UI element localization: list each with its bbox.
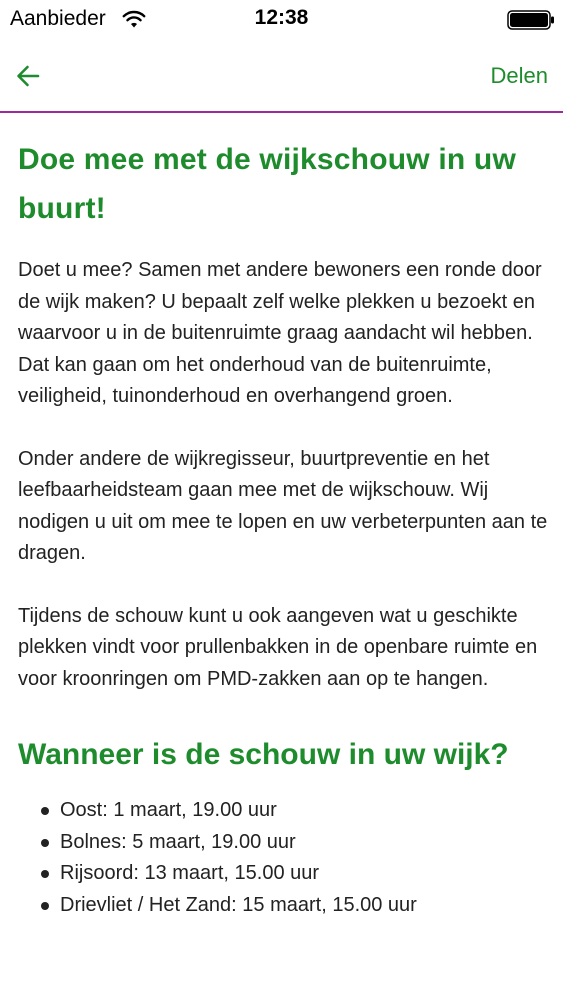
list-item: Bolnes: 5 maart, 19.00 uur (41, 827, 548, 859)
arrow-left-icon[interactable] (14, 62, 42, 90)
navigation-bar: Delen (0, 40, 563, 113)
share-button[interactable]: Delen (491, 63, 548, 89)
battery-icon (507, 10, 554, 30)
article-content: Doe mee met de wijkschouw in uw buurt! D… (18, 113, 548, 921)
schedule-list: Oost: 1 maart, 19.00 uur Bolnes: 5 maart… (18, 795, 548, 921)
status-time: 12:38 (254, 6, 309, 29)
schedule-heading: Wanneer is de schouw in uw wijk? (18, 738, 509, 771)
list-item: Oost: 1 maart, 19.00 uur (41, 795, 548, 827)
article-paragraph: Doet u mee? Samen met andere bewoners ee… (18, 259, 542, 407)
article-paragraph: Onder andere de wijkregisseur, buurtprev… (18, 447, 548, 565)
list-item: Rijsoord: 13 maart, 15.00 uur (41, 858, 548, 890)
article-paragraph: Tijdens de schouw kunt u ook aangeven wa… (18, 604, 538, 690)
status-bar: Aanbieder 12:38 (0, 0, 563, 40)
article-title: Doe mee met de wijkschouw in uw buurt! (18, 143, 516, 225)
list-item: Drievliet / Het Zand: 15 maart, 15.00 uu… (41, 890, 548, 922)
